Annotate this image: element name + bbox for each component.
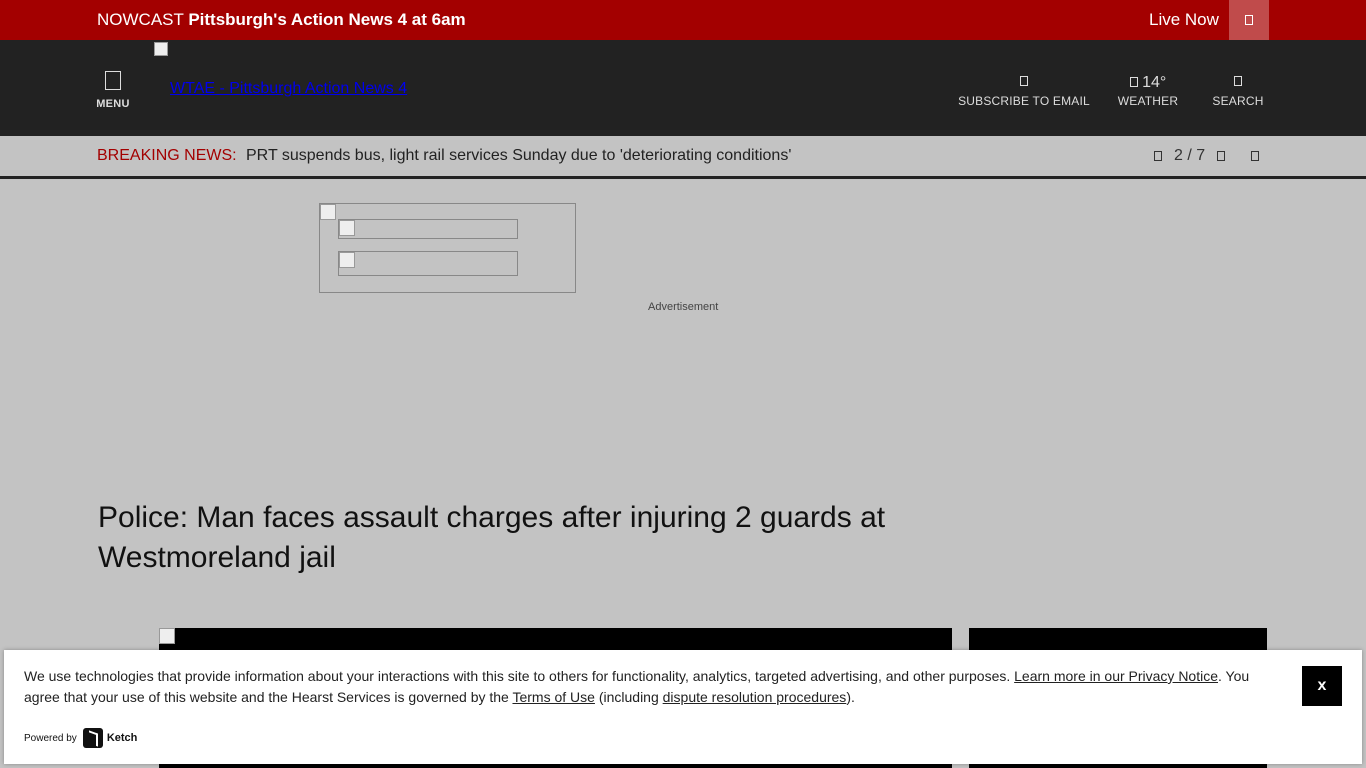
nowcast-show-title: Pittsburgh's Action News 4 at 6am [188,10,466,29]
play-icon [1245,15,1253,25]
logo-image [154,42,170,58]
consent-text: We use technologies that provide informa… [24,666,1274,708]
broken-image-icon [154,42,168,56]
ketch-brand: Ketch [106,732,138,744]
previous-icon[interactable] [1154,151,1162,161]
weather-icon [1129,77,1138,87]
consent-text-part: (including [594,689,663,705]
logo-link[interactable]: WTAE - Pittsburgh Action News 4 [170,80,407,98]
article-headline: Police: Man faces assault charges after … [98,501,886,574]
weather-label: WEATHER [1117,94,1179,108]
weather-temperature: 14° [1142,74,1167,91]
site-header: MENU WTAE - Pittsburgh Action News 4 SUB… [0,40,1366,136]
broken-image-icon [339,220,355,236]
live-play-button[interactable] [1229,0,1269,40]
menu-label: MENU [96,98,130,110]
advertisement-label: Advertisement [648,301,719,313]
ketch-logo-icon [82,728,103,748]
nowcast-title[interactable]: NOWCAST Pittsburgh's Action News 4 at 6a… [97,10,466,30]
powered-by: Powered by Ketch [24,728,137,748]
privacy-notice-link[interactable]: Learn more in our Privacy Notice [1014,668,1218,684]
envelope-icon [1020,76,1028,86]
search-label: SEARCH [1212,94,1264,108]
live-now-label[interactable]: Live Now [1149,10,1219,30]
consent-text-part: ). [846,689,855,705]
subscribe-email-button[interactable]: SUBSCRIBE TO EMAIL [955,74,1093,108]
powered-by-label: Powered by [24,732,77,744]
ad-frame[interactable] [319,203,576,293]
broken-image-icon [320,204,336,220]
broken-image-icon [159,628,175,644]
consent-close-button[interactable]: x [1302,666,1342,706]
close-icon[interactable] [1251,151,1260,161]
search-button[interactable]: SEARCH [1203,74,1273,108]
ad-slot[interactable] [338,251,518,276]
breaking-news-label: BREAKING NEWS: [97,147,237,164]
weather-button[interactable]: 14° WEATHER [1108,74,1188,108]
menu-button[interactable]: MENU [96,71,130,110]
terms-of-use-link[interactable]: Terms of Use [512,689,594,705]
cookie-consent-banner: We use technologies that provide informa… [4,650,1362,764]
search-icon [1234,76,1242,86]
next-icon[interactable] [1217,151,1226,161]
ad-slot[interactable] [338,219,518,239]
breaking-news-bar: BREAKING NEWS: PRT suspends bus, light r… [0,136,1366,179]
breaking-page-count: 2 / 7 [1174,147,1206,164]
nowcast-prefix: NOWCAST [97,10,184,29]
subscribe-label: SUBSCRIBE TO EMAIL [958,94,1090,108]
breaking-news-headline[interactable]: PRT suspends bus, light rail services Su… [246,147,791,165]
broken-image-icon [339,252,355,268]
consent-text-part: We use technologies that provide informa… [24,668,1015,684]
hamburger-icon [105,71,121,90]
dispute-resolution-link[interactable]: dispute resolution procedures [663,689,847,705]
live-banner[interactable]: NOWCAST Pittsburgh's Action News 4 at 6a… [0,0,1366,40]
breaking-pager: 2 / 7 [1154,147,1260,165]
